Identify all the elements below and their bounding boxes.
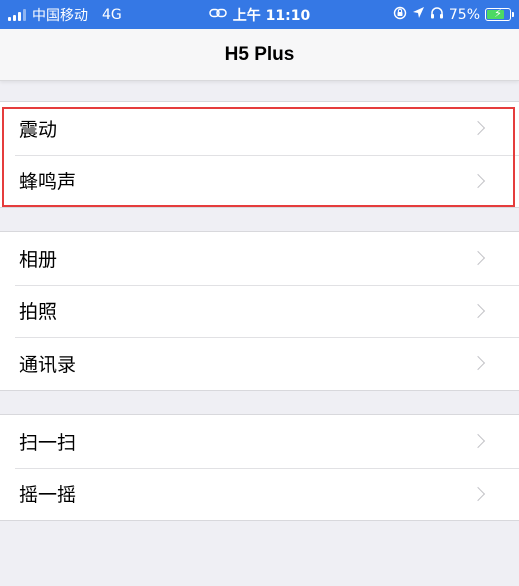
chevron-right-icon <box>470 434 486 449</box>
list-item-label: 相册 <box>19 248 58 271</box>
chevron-right-icon <box>470 173 486 188</box>
link-icon <box>209 7 227 23</box>
list-item-album[interactable]: 相册 <box>0 232 519 285</box>
chevron-right-icon <box>470 486 486 501</box>
charging-bolt-icon: ⚡ <box>494 7 502 20</box>
list-group-scan: 扫一扫 摇一摇 <box>0 414 519 521</box>
list-item-camera[interactable]: 拍照 <box>0 284 519 338</box>
battery-icon: ⚡ <box>485 7 514 21</box>
headphones-icon <box>430 6 444 23</box>
status-bar-right: 75% ⚡ <box>393 0 514 29</box>
page-title: H5 Plus <box>224 43 295 65</box>
rotation-lock-icon <box>393 6 407 24</box>
list-item-label: 摇一摇 <box>19 484 77 507</box>
chevron-right-icon <box>470 251 486 266</box>
navigation-bar: H5 Plus <box>0 29 519 81</box>
list-item-shake[interactable]: 摇一摇 <box>0 467 519 521</box>
chevron-right-icon <box>470 356 486 371</box>
list-item-label: 扫一扫 <box>19 431 77 454</box>
list-group-media: 相册 拍照 通讯录 <box>0 231 519 391</box>
status-bar: 中国移动 4G 上午 11:10 75% ⚡ <box>0 0 519 29</box>
list-item-scan[interactable]: 扫一扫 <box>0 415 519 468</box>
chevron-right-icon <box>470 303 486 318</box>
list-group-feedback: 震动 蜂鸣声 <box>0 101 519 208</box>
location-icon <box>412 6 425 23</box>
list-item-label: 通讯录 <box>19 353 77 376</box>
battery-percent-label: 75% <box>448 6 480 23</box>
time-label: 上午 11:10 <box>232 7 311 24</box>
list-item-vibrate[interactable]: 震动 <box>0 102 519 155</box>
chevron-right-icon <box>470 121 486 136</box>
list-item-contacts[interactable]: 通讯录 <box>0 337 519 390</box>
battery-nub <box>512 12 514 17</box>
list-item-beep[interactable]: 蜂鸣声 <box>0 154 519 208</box>
list-item-label: 拍照 <box>19 301 58 324</box>
list-item-label: 蜂鸣声 <box>19 171 77 194</box>
list-item-label: 震动 <box>19 118 58 141</box>
